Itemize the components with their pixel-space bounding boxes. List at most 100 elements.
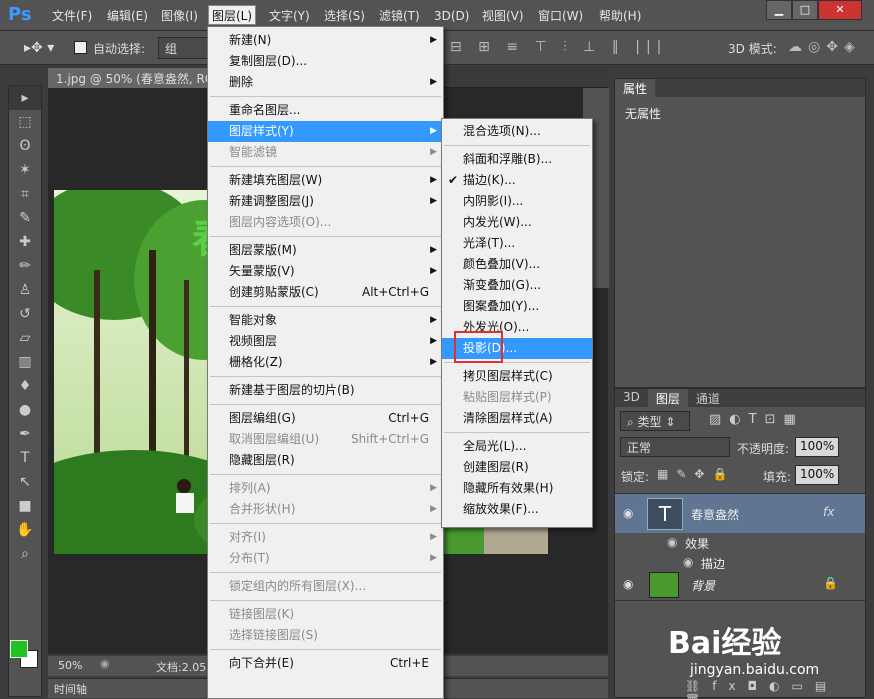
layer-menu-item[interactable]: 删除 ▶ bbox=[208, 72, 443, 93]
menu-edit[interactable]: 编辑(E) bbox=[104, 6, 151, 26]
style-menu-item[interactable]: 内发光(W)... bbox=[442, 212, 592, 233]
eye-icon[interactable]: ◉ bbox=[683, 555, 693, 569]
menu-filter[interactable]: 滤镜(T) bbox=[376, 6, 423, 26]
3d-mode-icons[interactable]: ☁◎✥◈ bbox=[788, 39, 861, 55]
history-brush-icon[interactable]: ↺ bbox=[9, 302, 41, 326]
move-tool-icon[interactable]: ▸✥ ▾ bbox=[24, 40, 54, 56]
tab-3d[interactable]: 3D bbox=[615, 389, 648, 407]
type-tool-icon[interactable]: T bbox=[9, 446, 41, 470]
menu-view[interactable]: 视图(V) bbox=[479, 6, 527, 26]
stamp-tool-icon[interactable]: ♙ bbox=[9, 278, 41, 302]
lasso-tool-icon[interactable]: ʘ bbox=[9, 134, 41, 158]
style-menu-item[interactable]: 光泽(T)... bbox=[442, 233, 592, 254]
blend-mode-dropdown[interactable]: 正常 bbox=[620, 437, 730, 457]
pen-tool-icon[interactable]: ✒ bbox=[9, 422, 41, 446]
magic-wand-icon[interactable]: ✶ bbox=[9, 158, 41, 182]
layer-menu-item[interactable]: 新建(N) ▶ bbox=[208, 30, 443, 51]
style-menu-item[interactable]: 缩放效果(F)... bbox=[442, 499, 592, 520]
zoom-tool-icon[interactable]: ⌕ bbox=[9, 542, 41, 566]
document-tab[interactable]: 1.jpg @ 50% (春意盎然, RGB bbox=[48, 68, 208, 88]
style-menu-item[interactable]: 隐藏所有效果(H) bbox=[442, 478, 592, 499]
layer-menu-item[interactable]: 新建基于图层的切片(B) bbox=[208, 380, 443, 401]
effects-row[interactable]: ◉ 效果 bbox=[615, 533, 865, 553]
menu-help[interactable]: 帮助(H) bbox=[596, 6, 644, 26]
layer-menu-item[interactable]: 视频图层 ▶ bbox=[208, 331, 443, 352]
style-menu-item[interactable]: 创建图层(R) bbox=[442, 457, 592, 478]
menu-layer[interactable]: 图层(L) bbox=[208, 5, 257, 25]
style-menu-item[interactable]: 混合选项(N)... bbox=[442, 121, 592, 142]
layer-menu-item[interactable]: 栅格化(Z) ▶ bbox=[208, 352, 443, 373]
blur-tool-icon[interactable]: ♦ bbox=[9, 374, 41, 398]
menu-type[interactable]: 文字(Y) bbox=[266, 6, 313, 26]
menu-image[interactable]: 图像(I) bbox=[158, 6, 201, 26]
opacity-input[interactable]: 100% bbox=[795, 437, 839, 457]
layer-menu-item[interactable]: 新建调整图层(J) ▶ bbox=[208, 191, 443, 212]
visibility-eye-icon[interactable]: ◉ bbox=[623, 506, 633, 520]
style-menu-item[interactable]: 内阴影(I)... bbox=[442, 191, 592, 212]
tab-channels[interactable]: 通道 bbox=[688, 389, 728, 407]
shape-tool-icon[interactable]: ■ bbox=[9, 494, 41, 518]
foreground-color-swatch[interactable] bbox=[10, 640, 28, 658]
menu-window[interactable]: 窗口(W) bbox=[535, 6, 586, 26]
style-menu-item[interactable]: ✔ 描边(K)... bbox=[442, 170, 592, 191]
auto-select-dropdown[interactable]: 组 bbox=[158, 37, 208, 59]
style-menu-item[interactable]: 颜色叠加(V)... bbox=[442, 254, 592, 275]
style-menu-item[interactable]: 全局光(L)... bbox=[442, 436, 592, 457]
lock-icons[interactable]: ▦✎✥🔒 bbox=[657, 467, 735, 481]
filter-icons[interactable]: ▨◐T⊡▦ bbox=[709, 412, 804, 427]
layer-menu-item[interactable]: 复制图层(D)... bbox=[208, 51, 443, 72]
path-select-icon[interactable]: ↖ bbox=[9, 470, 41, 494]
zoom-level[interactable]: 50% bbox=[58, 659, 82, 672]
layer-menu-item[interactable]: 创建剪贴蒙版(C) Alt+Ctrl+G bbox=[208, 282, 443, 303]
align-icons[interactable]: ⊟ ⊞ ≡ ⊤ ⫶ ⊥ ∥ ||| bbox=[450, 39, 667, 55]
layer-menu-item[interactable]: 向下合并(E) Ctrl+E bbox=[208, 653, 443, 674]
tab-layers[interactable]: 图层 bbox=[647, 389, 688, 407]
tab-properties[interactable]: 属性 bbox=[615, 79, 656, 97]
layer-menu-item[interactable]: 图层蒙版(M) ▶ bbox=[208, 240, 443, 261]
menu-separator bbox=[444, 145, 590, 146]
layer-menu-item[interactable]: 智能对象 ▶ bbox=[208, 310, 443, 331]
dodge-tool-icon[interactable]: ● bbox=[9, 398, 41, 422]
crop-tool-icon[interactable]: ⌗ bbox=[9, 182, 41, 206]
maximize-button[interactable]: □ bbox=[792, 0, 818, 20]
menu-3d[interactable]: 3D(D) bbox=[431, 6, 472, 26]
style-menu-item[interactable]: 斜面和浮雕(B)... bbox=[442, 149, 592, 170]
layer-name[interactable]: 背景 bbox=[691, 577, 715, 594]
eye-icon[interactable]: ◉ bbox=[667, 535, 677, 549]
style-menu-item[interactable]: 渐变叠加(G)... bbox=[442, 275, 592, 296]
layer-menu-item: 图层内容选项(O)... bbox=[208, 212, 443, 233]
fill-input[interactable]: 100% bbox=[795, 465, 839, 485]
layer-panel-footer-icons[interactable]: ⛓fx◘◐▭▤🗑 bbox=[685, 679, 865, 699]
style-menu-item[interactable]: 图案叠加(Y)... bbox=[442, 296, 592, 317]
layer-menu-item-label: 智能对象 bbox=[229, 313, 278, 327]
auto-select-checkbox[interactable] bbox=[74, 41, 87, 54]
style-menu-item[interactable]: 清除图层样式(A) bbox=[442, 408, 592, 429]
layer-menu-item[interactable]: 矢量蒙版(V) ▶ bbox=[208, 261, 443, 282]
eraser-icon[interactable]: ▱ bbox=[9, 326, 41, 350]
fx-icon[interactable]: fx bbox=[823, 505, 834, 519]
layer-menu-item[interactable]: 图层编组(G) Ctrl+G bbox=[208, 408, 443, 429]
layer-name[interactable]: 春意盎然 bbox=[691, 506, 739, 523]
menu-select[interactable]: 选择(S) bbox=[321, 6, 368, 26]
layer-filter-dropdown[interactable]: ⌕ 类型 ⇕ bbox=[620, 411, 690, 431]
menu-file[interactable]: 文件(F) bbox=[49, 6, 95, 26]
minimize-button[interactable]: ▁ bbox=[766, 0, 792, 20]
layer-menu-item[interactable]: 图层样式(Y) ▶ bbox=[208, 121, 443, 142]
visibility-eye-icon[interactable]: ◉ bbox=[623, 577, 633, 591]
brush-tool-icon[interactable]: ✏ bbox=[9, 254, 41, 278]
gradient-tool-icon[interactable]: ▥ bbox=[9, 350, 41, 374]
marquee-tool-icon[interactable]: ⬚ bbox=[9, 110, 41, 134]
layer-row-text[interactable]: ◉ T 春意盎然 fx bbox=[615, 493, 865, 533]
layer-menu-item[interactable]: 新建填充图层(W) ▶ bbox=[208, 170, 443, 191]
eyedropper-icon[interactable]: ✎ bbox=[9, 206, 41, 230]
layer-menu-item[interactable]: 隐藏图层(R) bbox=[208, 450, 443, 471]
layer-menu-item[interactable]: 重命名图层... bbox=[208, 100, 443, 121]
status-menu-icon[interactable]: ◉ bbox=[100, 657, 110, 670]
close-button[interactable]: ✕ bbox=[818, 0, 862, 20]
style-menu-item-label: 隐藏所有效果(H) bbox=[463, 481, 554, 495]
healing-brush-icon[interactable]: ✚ bbox=[9, 230, 41, 254]
hand-tool-icon[interactable]: ✋ bbox=[9, 518, 41, 542]
layer-row-background[interactable]: ◉ 背景 🔒 bbox=[615, 569, 865, 601]
move-tool-icon[interactable]: ▸ bbox=[9, 86, 41, 110]
style-menu-item[interactable]: 拷贝图层样式(C) bbox=[442, 366, 592, 387]
